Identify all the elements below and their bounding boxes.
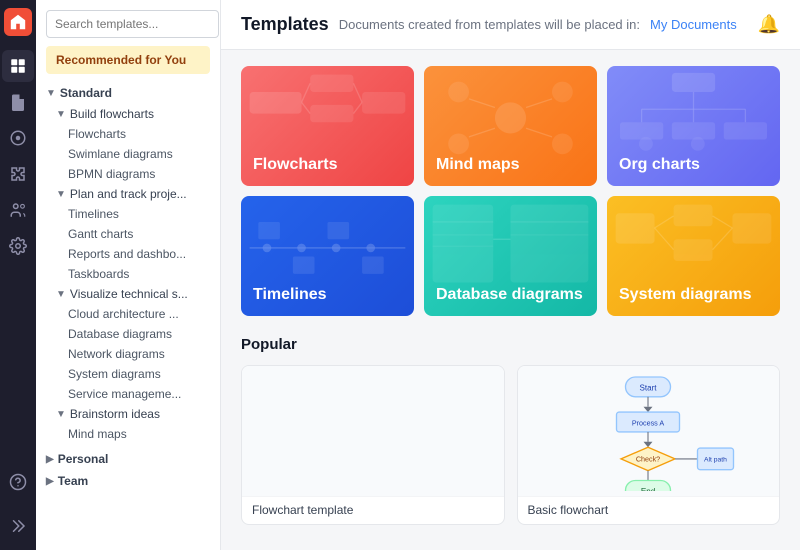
nav-standard-label: Standard <box>60 86 112 100</box>
logo <box>4 8 32 36</box>
nav-standard-group: ▼ Standard ▼ Build flowcharts Flowcharts… <box>36 82 220 448</box>
nav-subgroup-brainstorm-header[interactable]: ▼ Brainstorm ideas <box>48 404 220 424</box>
template-card-flowcharts[interactable]: Flowcharts <box>241 66 414 186</box>
template-card-system[interactable]: System diagrams <box>607 196 780 316</box>
nav-item-timelines[interactable]: Timelines <box>48 204 220 224</box>
nav-subgroup-visualize-header[interactable]: ▼ Visualize technical s... <box>48 284 220 304</box>
nav-subgroup-plan: ▼ Plan and track proje... Timelines Gant… <box>36 184 220 284</box>
svg-text:Process A: Process A <box>632 419 665 428</box>
popular-section: Popular Flowchart template Start <box>241 336 780 525</box>
page-header: Templates Documents created from templat… <box>221 0 800 50</box>
template-cards-grid: Flowcharts Mind maps <box>241 66 780 316</box>
nav-item-mindmaps[interactable]: Mind maps <box>48 424 220 444</box>
nav-item-taskboards[interactable]: Taskboards <box>48 264 220 284</box>
nav-subgroup-flowcharts-arrow: ▼ <box>56 109 66 120</box>
nav-personal-label: Personal <box>58 452 109 466</box>
nav-item-swimlane[interactable]: Swimlane diagrams <box>48 144 220 164</box>
card-system-label: System diagrams <box>619 286 752 304</box>
svg-text:Alt path: Alt path <box>704 457 727 464</box>
svg-text:End: End <box>641 487 655 491</box>
popular-card-2-label: Basic flowchart <box>518 496 780 525</box>
main-content: Templates Documents created from templat… <box>221 0 800 550</box>
card-database-label: Database diagrams <box>436 286 583 304</box>
nav-subgroup-flowcharts: ▼ Build flowcharts Flowcharts Swimlane d… <box>36 104 220 184</box>
nav-subgroup-flowcharts-label: Build flowcharts <box>70 107 154 121</box>
nav-item-bpmn[interactable]: BPMN diagrams <box>48 164 220 184</box>
page-title: Templates <box>241 14 329 35</box>
card-timelines-label: Timelines <box>253 286 327 304</box>
card-orgcharts-label: Org charts <box>619 156 700 174</box>
svg-text:Start: Start <box>640 384 658 393</box>
popular-section-title: Popular <box>241 336 780 353</box>
nav-subgroup-brainstorm: ▼ Brainstorm ideas Mind maps <box>36 404 220 444</box>
nav-subgroup-plan-arrow: ▼ <box>56 189 66 200</box>
nav-item-database[interactable]: Database diagrams <box>48 324 220 344</box>
popular-card-1-preview <box>242 366 504 496</box>
nav-team-arrow: ▶ <box>46 476 54 487</box>
template-card-database[interactable]: Database diagrams <box>424 196 597 316</box>
document-nav-icon[interactable] <box>2 86 34 118</box>
template-card-mindmaps[interactable]: Mind maps <box>424 66 597 186</box>
nav-subgroup-plan-header[interactable]: ▼ Plan and track proje... <box>48 184 220 204</box>
nav-item-network[interactable]: Network diagrams <box>48 344 220 364</box>
nav-subgroup-visualize-arrow: ▼ <box>56 289 66 300</box>
home-nav-icon[interactable] <box>2 50 34 82</box>
notification-bell-icon[interactable]: 🔔 <box>758 14 780 35</box>
popular-card-2[interactable]: Start Process A Check? <box>517 365 781 525</box>
search-input[interactable] <box>46 10 219 38</box>
nav-item-flowcharts[interactable]: Flowcharts <box>48 124 220 144</box>
nav-team-header[interactable]: ▶ Team <box>36 470 220 492</box>
nav-item-cloud[interactable]: Cloud architecture ... <box>48 304 220 324</box>
nav-subgroup-visualize-label: Visualize technical s... <box>70 287 188 301</box>
puzzle-nav-icon[interactable] <box>2 158 34 190</box>
nav-standard-header[interactable]: ▼ Standard <box>36 82 220 104</box>
template-card-timelines[interactable]: Timelines <box>241 196 414 316</box>
help-nav-icon[interactable] <box>2 466 34 498</box>
nav-subgroup-plan-label: Plan and track proje... <box>70 187 187 201</box>
card-mindmaps-label: Mind maps <box>436 156 520 174</box>
popular-card-1[interactable]: Flowchart template <box>241 365 505 525</box>
nav-subgroup-flowcharts-header[interactable]: ▼ Build flowcharts <box>48 104 220 124</box>
nav-item-gantt[interactable]: Gantt charts <box>48 224 220 244</box>
my-documents-link[interactable]: My Documents <box>650 17 737 32</box>
diagram-nav-icon[interactable] <box>2 122 34 154</box>
recommended-button[interactable]: Recommended for You <box>46 46 210 74</box>
nav-personal-header[interactable]: ▶ Personal <box>36 448 220 470</box>
nav-subgroup-brainstorm-arrow: ▼ <box>56 409 66 420</box>
popular-card-2-preview: Start Process A Check? <box>518 366 780 496</box>
expand-nav-icon[interactable] <box>2 510 34 542</box>
svg-text:Check?: Check? <box>636 455 660 464</box>
template-card-orgcharts[interactable]: Org charts <box>607 66 780 186</box>
settings-nav-icon[interactable] <box>2 230 34 262</box>
team-nav-icon[interactable] <box>2 194 34 226</box>
nav-item-system[interactable]: System diagrams <box>48 364 220 384</box>
nav-personal-arrow: ▶ <box>46 454 54 465</box>
popular-card-1-label: Flowchart template <box>242 496 504 525</box>
content-area: Flowcharts Mind maps <box>221 50 800 550</box>
left-rail <box>0 0 36 550</box>
nav-standard-arrow: ▼ <box>46 88 56 99</box>
nav-item-service[interactable]: Service manageme... <box>48 384 220 404</box>
nav-item-reports[interactable]: Reports and dashbo... <box>48 244 220 264</box>
popular-cards-grid: Flowchart template Start Process A <box>241 365 780 525</box>
nav-subgroup-brainstorm-label: Brainstorm ideas <box>70 407 160 421</box>
nav-team-label: Team <box>58 474 88 488</box>
header-subtitle: Documents created from templates will be… <box>339 17 640 32</box>
search-bar <box>36 0 220 46</box>
sidebar: Recommended for You ▼ Standard ▼ Build f… <box>36 0 221 550</box>
nav-subgroup-visualize: ▼ Visualize technical s... Cloud archite… <box>36 284 220 404</box>
card-flowcharts-label: Flowcharts <box>253 156 337 174</box>
